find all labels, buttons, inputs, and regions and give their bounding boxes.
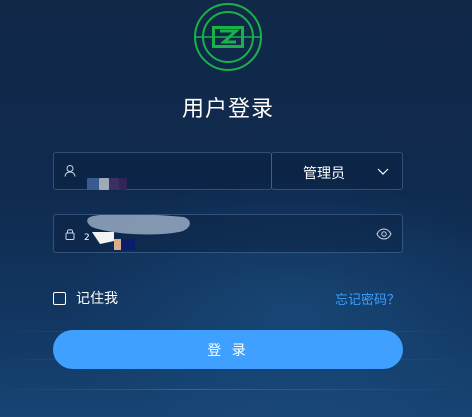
forgot-password-link[interactable]: 忘记密码？	[335, 289, 400, 308]
lock-icon	[65, 229, 75, 240]
user-icon	[64, 165, 76, 177]
password-visible-char: 2	[84, 233, 90, 243]
remember-label: 记住我	[76, 291, 118, 307]
username-obscured-value	[87, 178, 127, 190]
brand-logo	[194, 3, 262, 71]
role-select[interactable]: 管理员	[271, 152, 403, 190]
login-button[interactable]: 登 录	[53, 330, 403, 369]
remember-me[interactable]: 记住我	[53, 288, 118, 308]
remember-checkbox[interactable]	[53, 291, 66, 305]
background-glow-line	[0, 389, 472, 390]
role-select-label: 管理员	[303, 166, 345, 182]
password-obscured-value: 2	[84, 215, 190, 250]
password-field[interactable]: 2	[53, 214, 403, 253]
username-field[interactable]	[53, 152, 272, 190]
eye-icon[interactable]	[376, 227, 392, 241]
page-title: 用户登录	[181, 97, 274, 122]
chevron-down-icon	[377, 168, 389, 175]
